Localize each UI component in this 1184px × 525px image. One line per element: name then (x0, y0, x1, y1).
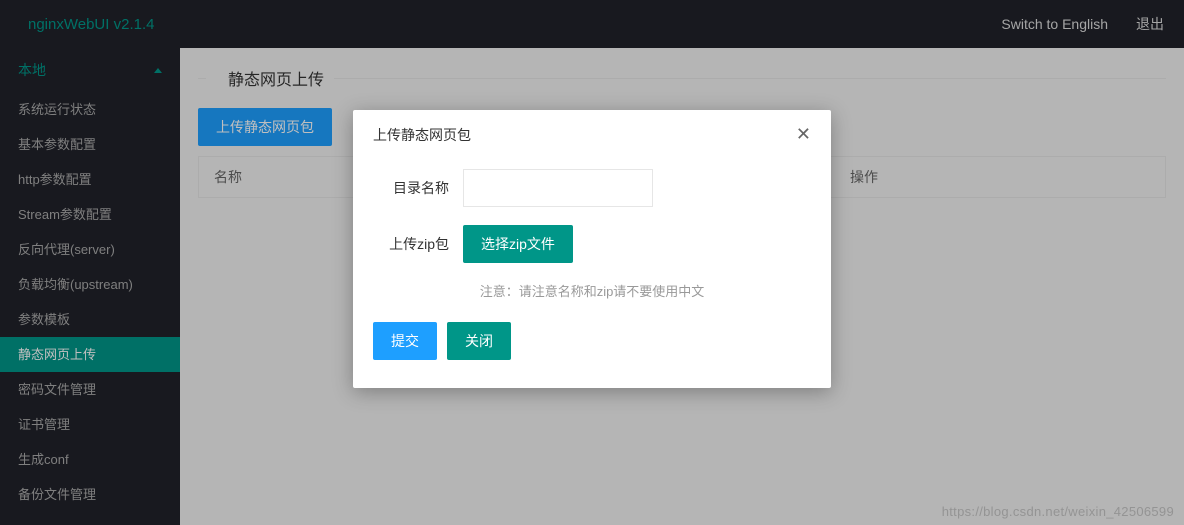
choose-zip-button[interactable]: 选择zip文件 (463, 225, 573, 263)
close-icon[interactable]: ✕ (796, 124, 811, 145)
dir-name-label: 目录名称 (373, 178, 463, 198)
modal-actions: 提交 关闭 (373, 322, 811, 360)
close-button[interactable]: 关闭 (447, 322, 511, 360)
submit-button[interactable]: 提交 (373, 322, 437, 360)
form-row-dir: 目录名称 (373, 169, 811, 207)
watermark: https://blog.csdn.net/weixin_42506599 (942, 504, 1174, 519)
upload-modal: 上传静态网页包 ✕ 目录名称 上传zip包 选择zip文件 注意：请注意名称和z… (353, 110, 831, 388)
modal-title: 上传静态网页包 (373, 125, 471, 145)
form-row-zip: 上传zip包 选择zip文件 (373, 225, 811, 263)
modal-header: 上传静态网页包 ✕ (353, 110, 831, 159)
zip-label: 上传zip包 (373, 234, 463, 254)
modal-overlay[interactable]: 上传静态网页包 ✕ 目录名称 上传zip包 选择zip文件 注意：请注意名称和z… (0, 0, 1184, 525)
dir-name-input[interactable] (463, 169, 653, 207)
modal-note: 注意：请注意名称和zip请不要使用中文 (373, 281, 811, 300)
